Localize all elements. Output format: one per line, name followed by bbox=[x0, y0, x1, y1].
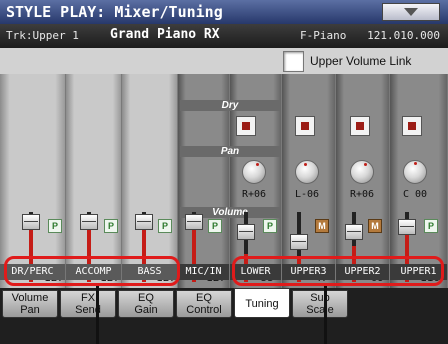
tab-tuning[interactable]: Tuning bbox=[234, 288, 290, 318]
play-button-lower[interactable]: P bbox=[263, 219, 277, 233]
section-dry: Dry bbox=[180, 100, 280, 111]
tab-label: Send bbox=[75, 304, 101, 316]
highlight-style-tracks bbox=[4, 256, 180, 286]
pan-knob-lower[interactable] bbox=[242, 160, 266, 184]
mixer-tuning-screen: STYLE PLAY: Mixer/Tuning Trk:Upper 1 Gra… bbox=[0, 0, 448, 344]
callout-line-keyboard bbox=[324, 286, 327, 344]
tab-label: Scale bbox=[306, 304, 334, 316]
tab-label: EQ bbox=[196, 292, 212, 304]
track-info-bar: Trk:Upper 1 Grand Piano RX F-Piano 121.0… bbox=[0, 24, 448, 48]
pan-value-lower: R+06 bbox=[241, 189, 267, 200]
play-button-mic-in[interactable]: P bbox=[208, 219, 222, 233]
tab-label: Sub bbox=[310, 292, 330, 304]
pan-pointer-icon bbox=[304, 163, 307, 166]
play-button-dr-perc[interactable]: P bbox=[48, 219, 62, 233]
dry-indicator bbox=[356, 122, 364, 130]
pan-pointer-icon bbox=[414, 162, 417, 165]
sound-name: Grand Piano RX bbox=[110, 27, 220, 42]
pan-knob-upper1[interactable] bbox=[403, 160, 427, 184]
tab-eq-gain[interactable]: EQ Gain bbox=[118, 290, 174, 318]
page-menu-button[interactable] bbox=[382, 3, 440, 21]
play-button-accomp[interactable]: P bbox=[104, 219, 118, 233]
sound-code: 121.010.000 bbox=[367, 29, 440, 42]
dry-button-upper1[interactable] bbox=[402, 116, 422, 136]
highlight-keyboard-tracks bbox=[232, 256, 444, 286]
dry-button-upper2[interactable] bbox=[350, 116, 370, 136]
mute-button-upper2[interactable]: M bbox=[368, 219, 382, 233]
tab-label: Volume bbox=[11, 292, 49, 304]
volume-fader-upper3[interactable] bbox=[290, 234, 308, 250]
track-label: Trk:Upper 1 bbox=[6, 29, 79, 42]
pan-pointer-icon bbox=[364, 163, 367, 166]
page-title: STYLE PLAY: Mixer/Tuning bbox=[6, 3, 223, 21]
dry-indicator bbox=[301, 122, 309, 130]
tab-label: Control bbox=[186, 304, 222, 316]
dry-indicator bbox=[408, 122, 416, 130]
tab-label: Tuning bbox=[245, 298, 279, 310]
tab-label: Pan bbox=[20, 304, 40, 316]
mute-button-upper3[interactable]: M bbox=[315, 219, 329, 233]
dry-button-lower[interactable] bbox=[236, 116, 256, 136]
play-button-upper1[interactable]: P bbox=[424, 219, 438, 233]
tab-label: Gain bbox=[134, 304, 158, 316]
channel-name-mic-in[interactable]: MIC/IN bbox=[178, 264, 230, 280]
volume-fader-bass[interactable] bbox=[135, 214, 153, 230]
dry-button-upper3[interactable] bbox=[295, 116, 315, 136]
volume-fader-upper1[interactable] bbox=[398, 219, 416, 235]
title-bar: STYLE PLAY: Mixer/Tuning bbox=[0, 0, 448, 24]
pan-value-upper3: L-06 bbox=[294, 189, 320, 200]
volume-fader-upper2[interactable] bbox=[345, 224, 363, 240]
tab-label: FX bbox=[80, 292, 96, 304]
tab-bar: Volume Pan FX Send EQ Gain EQ Control Tu… bbox=[0, 288, 448, 344]
upper-volume-link-label: Upper Volume Link bbox=[310, 54, 412, 68]
volume-fader-dr-perc[interactable] bbox=[22, 214, 40, 230]
tab-label: EQ bbox=[138, 292, 154, 304]
link-row: Upper Volume Link bbox=[0, 48, 448, 74]
volume-fader-mic-in[interactable] bbox=[185, 214, 203, 230]
section-pan: Pan bbox=[180, 146, 280, 157]
play-button-bass[interactable]: P bbox=[158, 219, 172, 233]
chevron-down-icon bbox=[404, 8, 418, 16]
pan-value-upper1: C 00 bbox=[402, 189, 428, 200]
volume-fader-accomp[interactable] bbox=[80, 214, 98, 230]
callout-line-style bbox=[96, 286, 99, 344]
pan-pointer-icon bbox=[256, 163, 259, 166]
tab-volume-pan[interactable]: Volume Pan bbox=[2, 290, 58, 318]
sound-bank: F-Piano bbox=[300, 29, 347, 42]
upper-volume-link-checkbox[interactable] bbox=[283, 51, 304, 72]
volume-fader-lower[interactable] bbox=[237, 224, 255, 240]
tab-eq-control[interactable]: EQ Control bbox=[176, 290, 232, 318]
dry-indicator bbox=[242, 122, 250, 130]
pan-knob-upper2[interactable] bbox=[350, 160, 374, 184]
tab-fx-send[interactable]: FX Send bbox=[60, 290, 116, 318]
pan-value-upper2: R+06 bbox=[349, 189, 375, 200]
tab-sub-scale[interactable]: Sub Scale bbox=[292, 290, 348, 318]
pan-knob-upper3[interactable] bbox=[295, 160, 319, 184]
